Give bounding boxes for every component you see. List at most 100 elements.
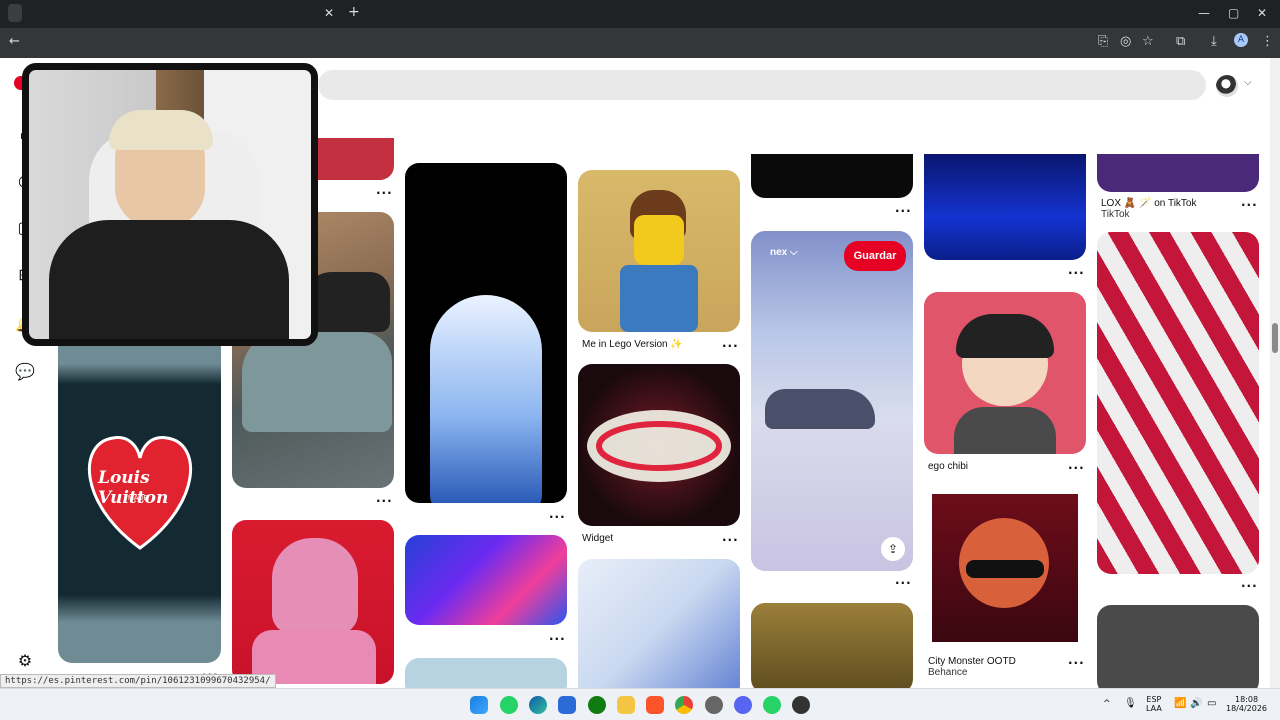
monster-glasses [966, 560, 1044, 578]
clock[interactable]: 18:08 18/4/2026 [1226, 695, 1267, 713]
install-app-icon[interactable]: ⎘ [1098, 34, 1108, 49]
more-options-icon[interactable]: ··· [1241, 198, 1258, 212]
chevron-up-icon[interactable]: ^ [1103, 699, 1111, 709]
lego-body [620, 265, 698, 332]
volume-icon[interactable]: 🔊 [1190, 698, 1202, 709]
pin-tiktok[interactable] [1097, 154, 1259, 192]
star-icon[interactable]: ☆ [1142, 34, 1154, 49]
close-tab-icon[interactable]: ✕ [324, 6, 334, 20]
pin-blue-car[interactable] [924, 154, 1086, 260]
browser-tabstrip: ✕ + — ▢ ✕ [0, 0, 1280, 28]
search-input[interactable] [318, 70, 1206, 100]
pin-lego-partial[interactable] [751, 603, 913, 688]
extensions-icon[interactable]: ⧉ [1176, 34, 1185, 49]
more-options-icon[interactable]: ··· [1068, 656, 1085, 670]
more-options-icon[interactable]: ··· [376, 494, 393, 508]
page-scrollbar[interactable] [1270, 58, 1280, 688]
more-options-icon[interactable]: ··· [1241, 579, 1258, 593]
pin-lego[interactable] [578, 170, 740, 332]
more-options-icon[interactable]: ··· [1068, 461, 1085, 475]
language-indicator[interactable]: ESP LAA [1146, 695, 1162, 713]
sound-graffiti [587, 410, 731, 482]
more-options-icon[interactable]: ··· [895, 204, 912, 218]
more-options-icon[interactable]: ··· [376, 186, 393, 200]
person-jacket [49, 220, 289, 339]
more-options-icon[interactable]: ··· [549, 632, 566, 646]
pin-louis-vuitton[interactable]: Louis Vuitton MADE [58, 323, 221, 663]
close-window-button[interactable]: ✕ [1257, 6, 1267, 20]
settings-icon[interactable]: ⚙ [14, 651, 36, 673]
webcam-overlay [22, 63, 318, 346]
whatsapp-2-icon[interactable] [763, 696, 781, 714]
chevron-down-icon[interactable]: ⌵ [1244, 77, 1252, 88]
pin-blue-blobs[interactable] [405, 535, 567, 625]
pin-grey[interactable] [1097, 605, 1259, 688]
more-options-icon[interactable]: ··· [549, 510, 566, 524]
pin-subcaption: TikTok [1101, 209, 1130, 220]
back-button[interactable]: ← [9, 34, 20, 49]
maximize-button[interactable]: ▢ [1228, 6, 1239, 20]
pin-partial[interactable] [405, 658, 567, 688]
clock-date: 18/4/2026 [1226, 704, 1268, 713]
status-url: https://es.pinterest.com/pin/10612310996… [0, 674, 276, 688]
whatsapp-icon[interactable] [500, 696, 518, 714]
messages-icon[interactable]: 💬 [14, 362, 36, 384]
share-icon[interactable]: ⇪ [881, 537, 905, 561]
pin-keyboard[interactable] [578, 559, 740, 688]
download-icon[interactable]: ⤓ [1211, 34, 1217, 49]
pin-city-monster[interactable] [924, 488, 1086, 650]
pin-caption: Me in Lego Version ✨ [582, 339, 683, 350]
media-player-icon[interactable] [792, 696, 810, 714]
tab-search-button[interactable] [8, 4, 22, 22]
app-icon[interactable] [705, 696, 723, 714]
pin-caption: Widget [582, 533, 614, 544]
windows-start-icon[interactable] [470, 696, 488, 714]
xbox-icon[interactable] [588, 696, 606, 714]
minimize-button[interactable]: — [1198, 6, 1210, 20]
brave-icon[interactable] [646, 696, 664, 714]
pin-caption: LOX 🧸 🪄 on TikTok [1101, 198, 1197, 209]
pinterest-page: ⌵ ⌂ ◎ ▢ ⊞ 🔔 💬 ⚙ Louis Vuitton MADE ··· ·… [0, 58, 1270, 688]
more-options-icon[interactable]: ··· [722, 339, 739, 353]
pin-pink-character[interactable] [232, 520, 394, 684]
battery-icon[interactable]: ▭ [1207, 698, 1216, 709]
pin-white-head[interactable] [405, 163, 567, 503]
menu-icon[interactable]: ⋮ [1261, 34, 1274, 49]
eye-off-icon[interactable]: ◎ [1120, 34, 1131, 49]
pin-car-sky[interactable] [751, 231, 913, 571]
new-tab-button[interactable]: + [348, 4, 360, 20]
save-button[interactable]: Guardar [844, 241, 906, 271]
logo-text: Louis Vuitton [98, 468, 169, 508]
edge-icon[interactable] [529, 696, 547, 714]
store-icon[interactable] [558, 696, 576, 714]
more-options-icon[interactable]: ··· [895, 576, 912, 590]
language-code: ESP [1146, 695, 1162, 704]
file-explorer-icon[interactable] [617, 696, 635, 714]
browser-toolbar: ← ⎘ ◎ ☆ ⧉ ⤓ A ⋮ [0, 28, 1280, 58]
avatar[interactable] [1216, 75, 1238, 97]
discord-icon[interactable] [734, 696, 752, 714]
chibi-hair [956, 314, 1054, 358]
more-options-icon[interactable]: ··· [722, 533, 739, 547]
microphone-icon[interactable]: 🎙 [1124, 698, 1137, 709]
more-options-icon[interactable]: ··· [1068, 266, 1085, 280]
chrome-icon[interactable] [675, 696, 693, 714]
profile-icon[interactable]: A [1234, 33, 1248, 47]
character-head [272, 538, 358, 634]
wifi-icon[interactable]: 📶 [1174, 698, 1186, 709]
pin-black[interactable] [751, 154, 913, 198]
layout-code: LAA [1146, 704, 1162, 713]
board-selector[interactable]: nex ⌵ [770, 247, 798, 258]
pin-caption: City Monster OOTD [928, 656, 1016, 667]
pin-chibi[interactable] [924, 292, 1086, 454]
windows-taskbar: ^ 🎙 ESP LAA 📶 🔊 ▭ 18:08 18/4/2026 [0, 688, 1280, 720]
scrollbar-thumb[interactable] [1272, 323, 1278, 353]
clock-time: 18:08 [1234, 695, 1259, 704]
car-silhouette [765, 389, 875, 429]
person-hair [109, 110, 213, 150]
pin-stripes[interactable] [1097, 232, 1259, 574]
logo-subtext: MADE [128, 495, 149, 502]
head-shape [430, 295, 542, 503]
pin-sound[interactable] [578, 364, 740, 526]
pin-subcaption: Behance [928, 667, 968, 678]
